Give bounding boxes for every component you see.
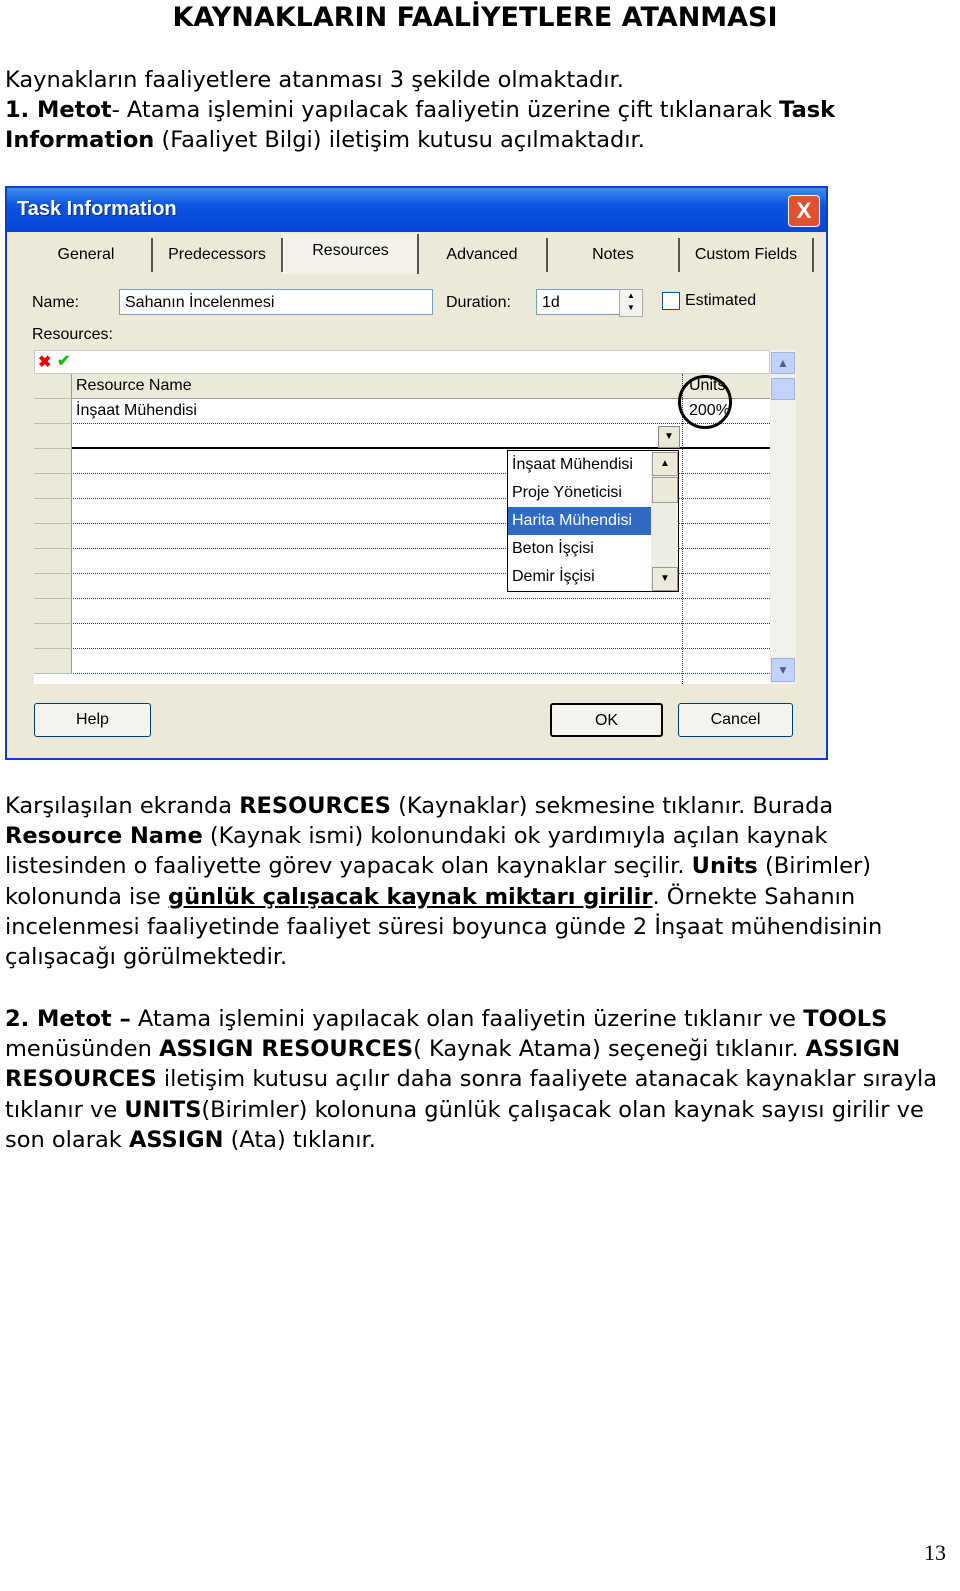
text: (Faaliyet Bilgi) iletişim kutusu açılmak… <box>154 127 645 154</box>
text: Karşılaşılan ekranda <box>5 793 240 819</box>
resources-label: Resources: <box>32 326 113 343</box>
scroll-thumb[interactable] <box>771 378 795 400</box>
cancel-entry-icon[interactable]: ✖ <box>38 352 51 372</box>
tab-resources[interactable]: Resources <box>283 234 419 274</box>
text: (Kaynaklar) sekmesine tıklanır. Burada <box>390 793 834 819</box>
duration-label: Duration: <box>446 294 511 311</box>
method-2-label: 2. Metot – <box>5 1006 131 1032</box>
intro-paragraph: Kaynakların faaliyetlere atanması 3 şeki… <box>5 65 945 156</box>
table-row[interactable] <box>34 649 770 674</box>
name-label: Name: <box>32 294 80 311</box>
dialog-title: Task Information <box>17 198 177 220</box>
dropdown-item[interactable]: Beton İşçisi <box>508 535 651 563</box>
task-information-dialog: Task Information X General Predecessors … <box>5 186 828 760</box>
cancel-button[interactable]: Cancel <box>678 703 793 737</box>
resources-paragraph: Karşılaşılan ekranda RESOURCES (Kaynakla… <box>5 791 945 972</box>
text: Atama işlemini yapılacak olan faaliyetin… <box>130 1006 804 1032</box>
row-header <box>34 474 72 499</box>
row-header <box>34 649 72 674</box>
row-header <box>34 624 72 649</box>
title-bar[interactable]: Task Information X <box>7 188 826 232</box>
row-header <box>34 374 72 399</box>
page-title: KAYNAKLARIN FAALİYETLERE ATANMASI <box>172 2 778 33</box>
scroll-thumb[interactable] <box>652 477 678 503</box>
table-row-editing[interactable]: ▼ <box>34 424 770 449</box>
ok-button[interactable]: OK <box>550 703 663 737</box>
estimated-checkbox[interactable] <box>662 292 680 310</box>
bold-text: TOOLS <box>803 1006 888 1032</box>
tab-predecessors[interactable]: Predecessors <box>153 238 283 272</box>
table-row[interactable] <box>34 599 770 624</box>
row-header <box>34 599 72 624</box>
tab-notes[interactable]: Notes <box>548 238 680 272</box>
annotation-circle <box>678 375 732 429</box>
column-divider <box>682 374 683 684</box>
document-page: KAYNAKLARIN FAALİYETLERE ATANMASI Kaynak… <box>0 0 960 1591</box>
confirm-entry-icon[interactable]: ✔ <box>57 351 70 371</box>
name-input[interactable]: Sahanın İncelenmesi <box>119 289 433 315</box>
resource-dropdown-list[interactable]: İnşaat Mühendisi Proje Yöneticisi Harita… <box>507 450 679 592</box>
bold-text: ASSIGN <box>128 1126 224 1153</box>
help-button[interactable]: Help <box>34 703 151 737</box>
duration-input[interactable]: 1d <box>536 289 620 315</box>
bold-text: ASSIGN RESOURCES <box>159 1036 414 1063</box>
row-header <box>34 574 72 599</box>
row-header <box>34 524 72 549</box>
tab-advanced[interactable]: Advanced <box>418 238 548 272</box>
row-header <box>34 549 72 574</box>
bold-text: RESOURCES <box>239 793 391 819</box>
intro-line: Kaynakların faaliyetlere atanması 3 şeki… <box>5 67 624 93</box>
bold-text: Resource Name <box>5 823 203 850</box>
column-resource-name[interactable]: Resource Name <box>76 374 192 398</box>
scroll-up-icon[interactable]: ▲ <box>652 452 678 476</box>
bold-text: UNITS <box>124 1096 202 1123</box>
row-header <box>34 399 72 424</box>
method-1-label: 1. Metot <box>5 97 112 124</box>
page-number: 13 <box>924 1540 946 1565</box>
text: ( Kaynak Atama) seçeneği tıklanır. <box>413 1036 806 1063</box>
grid-scrollbar[interactable]: ▲ ▼ <box>770 350 796 684</box>
scroll-down-icon[interactable]: ▼ <box>771 658 795 682</box>
dropdown-item-highlighted[interactable]: Harita Mühendisi <box>508 507 651 535</box>
duration-spinner[interactable]: ▲ ▼ <box>619 289 643 317</box>
estimated-label: Estimated <box>685 292 757 309</box>
row-header <box>34 499 72 524</box>
underlined-text: günlük çalışacak kaynak miktarı girilir <box>167 883 653 910</box>
text: menüsünden <box>5 1036 160 1063</box>
dropdown-item[interactable]: Demir İşçisi <box>508 563 651 591</box>
grid-header: Resource Name Units <box>34 374 770 399</box>
row-header <box>34 424 72 449</box>
table-row[interactable]: İnşaat Mühendisi 200% <box>34 399 770 424</box>
table-row[interactable] <box>34 624 770 649</box>
resource-name-cell[interactable]: İnşaat Mühendisi <box>76 399 197 423</box>
scroll-up-icon[interactable]: ▲ <box>771 352 795 374</box>
tab-custom-fields[interactable]: Custom Fields <box>680 238 814 272</box>
close-icon[interactable]: X <box>788 195 820 227</box>
tab-general[interactable]: General <box>21 238 153 272</box>
dropdown-item[interactable]: Proje Yöneticisi <box>508 479 651 507</box>
text: - Atama işlemini yapılacak faaliyetin üz… <box>111 97 780 124</box>
bold-text: Units <box>691 853 758 880</box>
scroll-down-icon[interactable]: ▼ <box>652 567 678 591</box>
text: (Ata) tıklanır. <box>223 1126 376 1153</box>
dropdown-item[interactable]: İnşaat Mühendisi <box>508 451 651 479</box>
entry-bar[interactable]: ✖ ✔ <box>34 350 770 374</box>
row-header <box>34 449 72 474</box>
method-2-paragraph: 2. Metot – Atama işlemini yapılacak olan… <box>5 1004 945 1155</box>
dropdown-arrow-icon[interactable]: ▼ <box>658 426 680 448</box>
dropdown-scrollbar[interactable]: ▲ ▼ <box>651 451 678 591</box>
